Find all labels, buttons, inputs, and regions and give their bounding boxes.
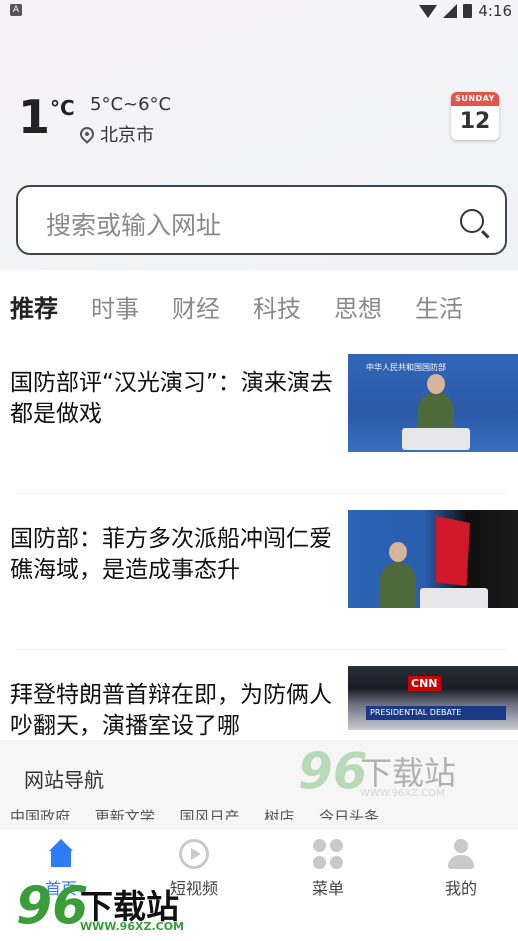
- temperature-range: 5°C~6°C: [90, 94, 172, 115]
- tab-finance[interactable]: 财经: [172, 289, 220, 324]
- news-item[interactable]: 国防部评“汉光演习”：演来演去都是做戏 中华人民共和国国防部: [0, 354, 518, 464]
- status-bar: A 4:16: [0, 0, 518, 24]
- flag: [436, 516, 470, 586]
- person-figure: [380, 562, 416, 608]
- watermark-number: 96: [16, 876, 89, 936]
- thumbnail-caption: 中华人民共和国国防部: [366, 363, 446, 372]
- podium: [420, 588, 488, 608]
- nav-profile[interactable]: 我的: [421, 839, 501, 899]
- tab-current-affairs[interactable]: 时事: [91, 289, 139, 324]
- news-title[interactable]: 拜登特朗普首辩在即，为防俩人吵翻天，演播室设了哪: [10, 680, 340, 740]
- watermark-logo-bottom: 96 下载站 WWW.96XZ.COM: [16, 876, 196, 938]
- news-title[interactable]: 国防部：菲方多次派船冲闯仁爱礁海域，是造成事态升: [10, 524, 340, 586]
- tab-thought[interactable]: 思想: [334, 289, 382, 324]
- site-navigation-label: 网站导航: [24, 768, 104, 792]
- watermark-url: WWW.96XZ.COM: [80, 920, 184, 933]
- home-icon: [46, 839, 76, 869]
- news-item[interactable]: 拜登特朗普首辩在即，为防俩人吵翻天，演播室设了哪 CNN PRESIDENTIA…: [0, 666, 518, 740]
- watermark-number: 96: [298, 742, 368, 800]
- person-head: [427, 374, 445, 394]
- divider: [16, 649, 507, 650]
- news-thumbnail[interactable]: 中华人民共和国国防部: [348, 354, 518, 452]
- status-time: 4:16: [478, 2, 512, 20]
- search-input[interactable]: 搜索或输入网址: [16, 185, 507, 255]
- category-tabs: 推荐 时事 财经 科技 思想 生活: [0, 270, 518, 336]
- person-head: [389, 542, 407, 562]
- watermark-url: WWW.96XZ.COM: [360, 788, 445, 799]
- watermark-logo: 96 下载站 WWW.96XZ.COM: [298, 742, 468, 802]
- podium: [402, 428, 470, 450]
- current-temperature[interactable]: 1: [18, 93, 50, 141]
- debate-banner: PRESIDENTIAL DEBATE: [366, 706, 506, 720]
- divider: [16, 493, 507, 494]
- news-thumbnail[interactable]: CNN PRESIDENTIAL DEBATE: [348, 666, 518, 730]
- location-label: 北京市: [100, 125, 154, 146]
- tab-tech[interactable]: 科技: [253, 289, 301, 324]
- play-icon: [179, 839, 209, 869]
- search-icon[interactable]: [460, 209, 484, 233]
- search-placeholder: 搜索或输入网址: [46, 211, 222, 240]
- tab-life[interactable]: 生活: [415, 289, 463, 324]
- calendar-day: 12: [459, 109, 491, 134]
- wifi-icon: [419, 4, 438, 18]
- nav-menu-label: 菜单: [311, 879, 344, 898]
- news-thumbnail[interactable]: [348, 510, 518, 608]
- location[interactable]: 北京市: [77, 121, 154, 147]
- news-title[interactable]: 国防部评“汉光演习”：演来演去都是做戏: [10, 368, 340, 430]
- signal-icon: [443, 4, 458, 18]
- tab-recommend[interactable]: 推荐: [10, 289, 58, 324]
- sim-icon: A: [10, 4, 22, 16]
- menu-icon: [313, 839, 343, 869]
- site-navigation-links[interactable]: 中国政府 更新文学 国风日产 树店 今日头条: [10, 806, 510, 820]
- calendar-icon[interactable]: SUNDAY 12: [451, 92, 499, 140]
- nav-menu[interactable]: 菜单: [288, 839, 368, 899]
- location-pin-icon: [77, 124, 97, 144]
- user-icon: [446, 839, 476, 869]
- news-item[interactable]: 国防部：菲方多次派船冲闯仁爱礁海域，是造成事态升: [0, 510, 518, 620]
- calendar-weekday: SUNDAY: [451, 92, 499, 106]
- battery-icon: [463, 4, 473, 18]
- cnn-logo: CNN: [408, 676, 441, 691]
- temperature-unit: °C: [50, 96, 75, 120]
- nav-profile-label: 我的: [444, 879, 477, 898]
